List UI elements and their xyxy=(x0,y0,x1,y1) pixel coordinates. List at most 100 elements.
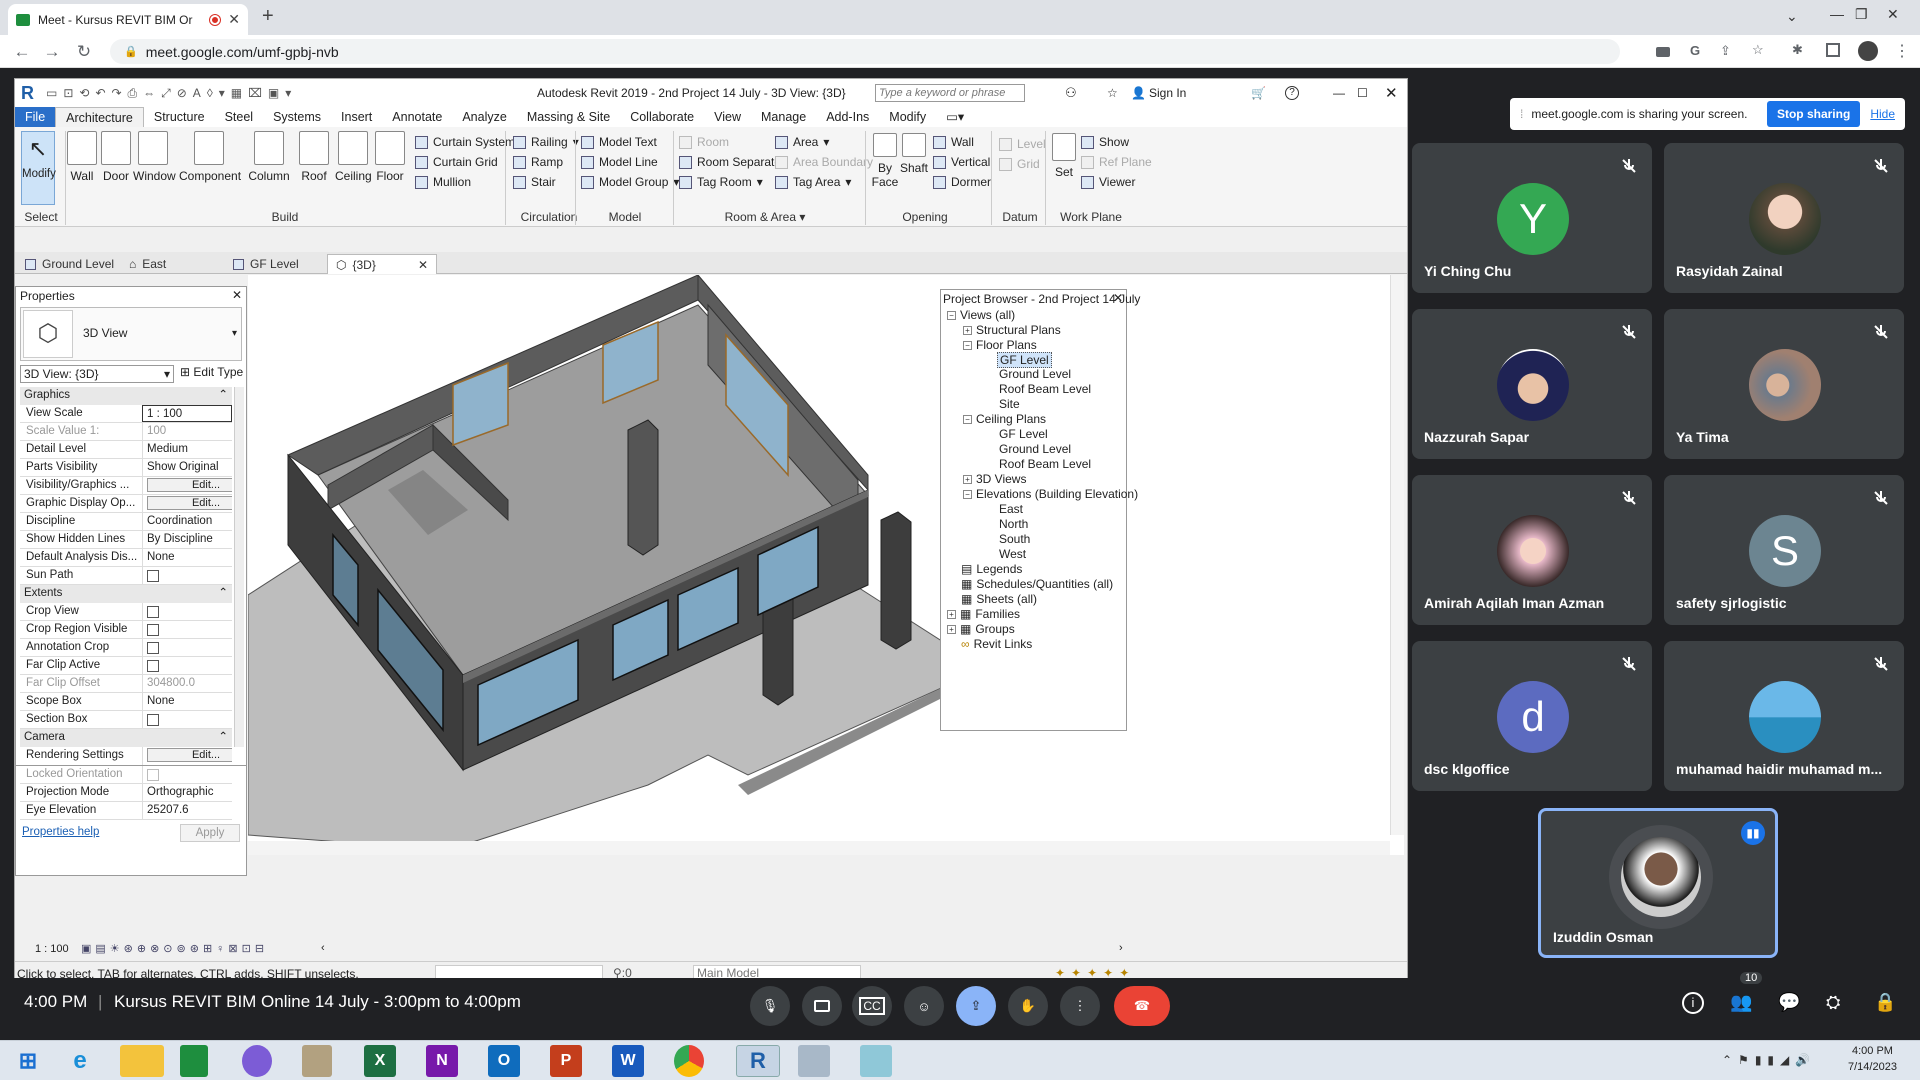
binoculars-icon[interactable]: ⚇ xyxy=(1065,85,1077,101)
viewer-button[interactable]: Viewer xyxy=(1081,175,1135,189)
viewport-vscroll[interactable] xyxy=(1390,275,1404,835)
annotation-crop-checkbox[interactable] xyxy=(147,642,159,654)
extensions-icon[interactable]: ✱ xyxy=(1792,42,1803,58)
tree-elev-east[interactable]: East xyxy=(999,502,1023,516)
participant-tile[interactable]: Rasyidah Zainal xyxy=(1664,143,1904,293)
browser-tab[interactable]: Meet - Kursus REVIT BIM Or ✕ xyxy=(8,4,248,35)
menu-annotate[interactable]: Annotate xyxy=(382,107,452,127)
prop-eye-elevation[interactable]: Eye Elevation 25207.6 xyxy=(20,802,232,820)
model-line-button[interactable]: Model Line xyxy=(581,155,658,169)
ceiling-button[interactable]: Ceiling xyxy=(335,131,372,183)
share-icon[interactable]: ⇪ xyxy=(1720,43,1731,59)
view-instance-select[interactable]: 3D View: {3D} ▾ xyxy=(20,365,174,383)
tree-ceiling-gf-level[interactable]: GF Level xyxy=(999,427,1048,441)
new-tab-button[interactable]: + xyxy=(262,5,274,28)
start-button[interactable]: ⊞ xyxy=(6,1045,50,1077)
onenote-app-icon[interactable]: N xyxy=(426,1045,458,1077)
section-graphics[interactable]: Graphics ⌃ xyxy=(20,387,232,405)
revit-logo-icon[interactable]: R xyxy=(21,83,34,104)
building-3d-model[interactable] xyxy=(248,275,948,855)
back-icon[interactable]: ← xyxy=(12,42,32,62)
tab-ground-level[interactable]: Ground Level xyxy=(17,254,122,274)
tree-sheets[interactable]: ▦ Sheets (all) xyxy=(961,592,1037,606)
stair-button[interactable]: Stair xyxy=(513,175,556,189)
scroll-left-icon[interactable]: ‹ xyxy=(321,942,325,954)
area-button[interactable]: Area ▾ xyxy=(775,135,829,149)
user-icon[interactable]: 👤 xyxy=(1131,86,1146,100)
tree-floor-gf-level[interactable]: GF Level xyxy=(997,352,1052,368)
tag-area-button[interactable]: Tag Area ▾ xyxy=(775,175,851,189)
help-icon[interactable]: ? xyxy=(1285,86,1299,100)
prop-far-clip-active[interactable]: Far Clip Active xyxy=(20,657,232,675)
model-text-button[interactable]: Model Text xyxy=(581,135,657,149)
chat-icon[interactable]: 💬 xyxy=(1778,992,1800,1013)
section-box-checkbox[interactable] xyxy=(147,714,159,726)
menu-structure[interactable]: Structure xyxy=(144,107,215,127)
more-options-button[interactable]: ⋮ xyxy=(1060,986,1100,1026)
prop-crop-view[interactable]: Crop View xyxy=(20,603,232,621)
prop-projection-mode[interactable]: Projection Mode Orthographic xyxy=(20,784,232,802)
ie-app-icon[interactable]: e xyxy=(58,1045,102,1077)
prop-analysis-display[interactable]: Default Analysis Dis... None xyxy=(20,549,232,567)
powerpoint-app-icon[interactable]: P xyxy=(550,1045,582,1077)
tab-3d[interactable]: ⬡ {3D} ✕ xyxy=(327,254,437,274)
tree-families[interactable]: + ▦ Families xyxy=(947,607,1020,621)
participant-tile[interactable]: Amirah Aqilah Iman Azman xyxy=(1412,475,1652,625)
participant-tile[interactable]: Y Yi Ching Chu xyxy=(1412,143,1652,293)
forward-icon[interactable]: → xyxy=(42,42,62,62)
chromium-app-icon[interactable] xyxy=(242,1045,272,1077)
prop-parts-visibility[interactable]: Parts Visibility Show Original xyxy=(20,459,232,477)
menu-analyze[interactable]: Analyze xyxy=(452,107,516,127)
revit-maximize-icon[interactable]: ☐ xyxy=(1357,86,1368,100)
section-camera[interactable]: Camera ⌃ xyxy=(20,729,232,747)
participant-tile[interactable]: S safety sjrlogistic xyxy=(1664,475,1904,625)
scroll-right-icon[interactable]: › xyxy=(1119,942,1123,954)
outlook-app-icon[interactable]: O xyxy=(488,1045,520,1077)
show-button[interactable]: Show xyxy=(1081,135,1129,149)
archive-app-icon[interactable] xyxy=(302,1045,332,1077)
sheets-app-icon[interactable] xyxy=(180,1045,208,1077)
reload-icon[interactable]: ↻ xyxy=(74,42,94,62)
search-box[interactable]: Type a keyword or phrase xyxy=(875,84,1025,102)
3d-viewport[interactable] xyxy=(248,275,1404,855)
floor-button[interactable]: Floor xyxy=(375,131,405,183)
tab-close-icon[interactable]: ✕ xyxy=(418,258,428,272)
camera-icon[interactable] xyxy=(1656,47,1670,57)
menu-file[interactable]: File xyxy=(15,107,56,127)
tree-elev-west[interactable]: West xyxy=(999,547,1026,561)
type-dropdown-icon[interactable]: ▾ xyxy=(232,328,237,339)
leave-call-button[interactable]: ☎ xyxy=(1114,986,1170,1026)
participant-tile[interactable]: muhamad haidir muhamad m... xyxy=(1664,641,1904,791)
view-control-icons[interactable]: ▣▤☀⊛⊕⊗⊙⊚⊛⊞♀⊠⊡⊟ xyxy=(81,942,268,955)
prop-graphic-display[interactable]: Graphic Display Op... Edit... xyxy=(20,495,232,513)
prop-visibility-graphics[interactable]: Visibility/Graphics ... Edit... xyxy=(20,477,232,495)
tree-floor-plans[interactable]: − Floor Plans xyxy=(963,338,1037,352)
menu-architecture[interactable]: Architecture xyxy=(55,107,144,127)
curtain-system-button[interactable]: Curtain System xyxy=(415,135,515,149)
tree-elev-south[interactable]: South xyxy=(999,532,1030,546)
present-button[interactable]: ⇪ xyxy=(956,986,996,1026)
cart-icon[interactable]: 🛒 xyxy=(1251,86,1266,100)
tag-room-button[interactable]: Tag Room ▾ xyxy=(679,175,763,189)
view-scale-readout[interactable]: 1 : 100 xyxy=(35,943,69,955)
info-icon[interactable]: i xyxy=(1682,992,1704,1014)
hide-link[interactable]: Hide xyxy=(1870,107,1895,121)
column-button[interactable]: Column xyxy=(247,131,291,183)
prop-rendering-settings[interactable]: Rendering Settings Edit... xyxy=(20,747,232,765)
star-icon[interactable]: ☆ xyxy=(1107,86,1118,100)
sun-path-checkbox[interactable] xyxy=(147,570,159,582)
activities-icon[interactable]: ⛭ xyxy=(1826,992,1840,1013)
section-extents[interactable]: Extents ⌃ xyxy=(20,585,232,603)
minimize-icon[interactable]: — xyxy=(1830,6,1844,22)
room-button[interactable]: Room xyxy=(679,135,729,149)
type-selector[interactable]: ⬡ 3D View ▾ xyxy=(20,307,242,361)
tree-legends[interactable]: ▤ Legends xyxy=(961,562,1022,576)
prop-scope-box[interactable]: Scope Box None xyxy=(20,693,232,711)
by-face-button[interactable]: By Face xyxy=(871,133,899,189)
chrome-app-icon[interactable] xyxy=(674,1045,704,1077)
ramp-button[interactable]: Ramp xyxy=(513,155,563,169)
raise-hand-button[interactable]: ✋ xyxy=(1008,986,1048,1026)
participant-tile[interactable]: d dsc klgoffice xyxy=(1412,641,1652,791)
tree-elevations[interactable]: − Elevations (Building Elevation) xyxy=(963,487,1138,501)
menu-modify[interactable]: Modify xyxy=(879,107,936,127)
